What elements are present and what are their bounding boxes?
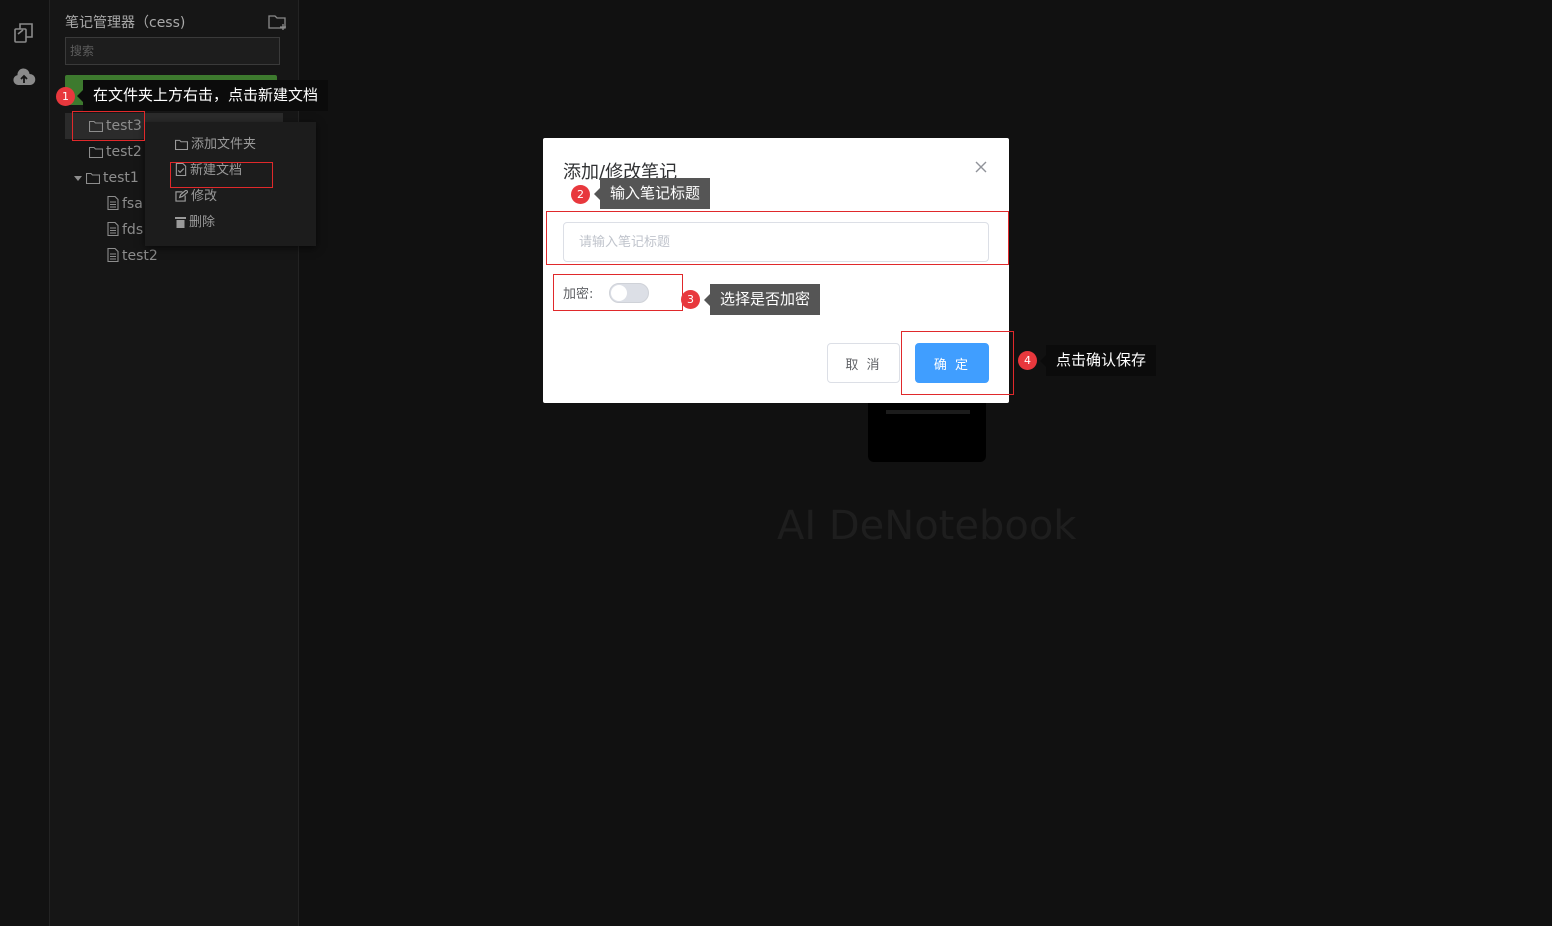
tree-file-fsa[interactable]: fsa bbox=[107, 193, 143, 215]
step-badge: 1 bbox=[56, 87, 75, 106]
cancel-button[interactable]: 取 消 bbox=[827, 343, 900, 383]
empty-state-book-graphic bbox=[868, 395, 986, 462]
add-folder-icon[interactable] bbox=[268, 13, 288, 31]
step-badge: 2 bbox=[571, 185, 590, 204]
icon-rail bbox=[0, 0, 50, 926]
file-icon bbox=[107, 247, 119, 263]
close-icon[interactable] bbox=[974, 159, 988, 173]
folder-icon bbox=[88, 146, 104, 159]
app-watermark: AI DeNotebook bbox=[777, 503, 1077, 549]
highlight-box-title-input bbox=[546, 211, 1009, 265]
notes-icon[interactable] bbox=[12, 21, 36, 45]
file-icon bbox=[107, 221, 119, 237]
highlight-box-encrypt bbox=[553, 274, 683, 311]
highlight-box-confirm bbox=[901, 331, 1014, 395]
tree-label: fsa bbox=[122, 196, 143, 212]
menu-item-label: 删除 bbox=[189, 215, 216, 230]
folder-icon bbox=[174, 139, 189, 151]
tree-label: test2 bbox=[106, 144, 142, 160]
file-icon bbox=[107, 195, 119, 211]
search-input[interactable] bbox=[65, 37, 280, 65]
step-tooltip: 选择是否加密 bbox=[703, 284, 821, 315]
highlight-box-folder bbox=[72, 111, 145, 141]
trash-icon bbox=[175, 217, 186, 228]
tree-folder-test2[interactable]: test2 bbox=[88, 141, 142, 163]
edit-icon bbox=[175, 189, 189, 202]
step-badge: 4 bbox=[1018, 351, 1037, 370]
menu-item-delete[interactable]: 删除 bbox=[175, 213, 215, 233]
tree-label: test2 bbox=[122, 248, 158, 264]
tree-label: fds bbox=[122, 222, 144, 238]
step-tooltip: 在文件夹上方右击，点击新建文档 bbox=[76, 80, 329, 111]
tree-file-fds[interactable]: fds bbox=[107, 219, 143, 241]
highlight-box-new-document bbox=[170, 162, 273, 188]
tree-file-test2[interactable]: test2 bbox=[107, 245, 158, 267]
menu-item-add-folder[interactable]: 添加文件夹 bbox=[174, 135, 257, 155]
caret-down-icon[interactable] bbox=[73, 172, 83, 184]
menu-item-label: 修改 bbox=[191, 189, 218, 204]
tree-folder-test1[interactable]: test1 bbox=[73, 167, 139, 189]
menu-item-label: 添加文件夹 bbox=[191, 137, 257, 152]
cloud-upload-icon[interactable] bbox=[12, 66, 36, 90]
tree-label: test1 bbox=[103, 170, 139, 186]
sidebar-title: 笔记管理器（cess) bbox=[65, 15, 186, 31]
step-tooltip: 输入笔记标题 bbox=[593, 178, 711, 209]
menu-item-edit[interactable]: 修改 bbox=[175, 187, 217, 207]
folder-icon bbox=[85, 172, 101, 185]
step-badge: 3 bbox=[681, 290, 700, 309]
step-tooltip: 点击确认保存 bbox=[1039, 345, 1157, 376]
